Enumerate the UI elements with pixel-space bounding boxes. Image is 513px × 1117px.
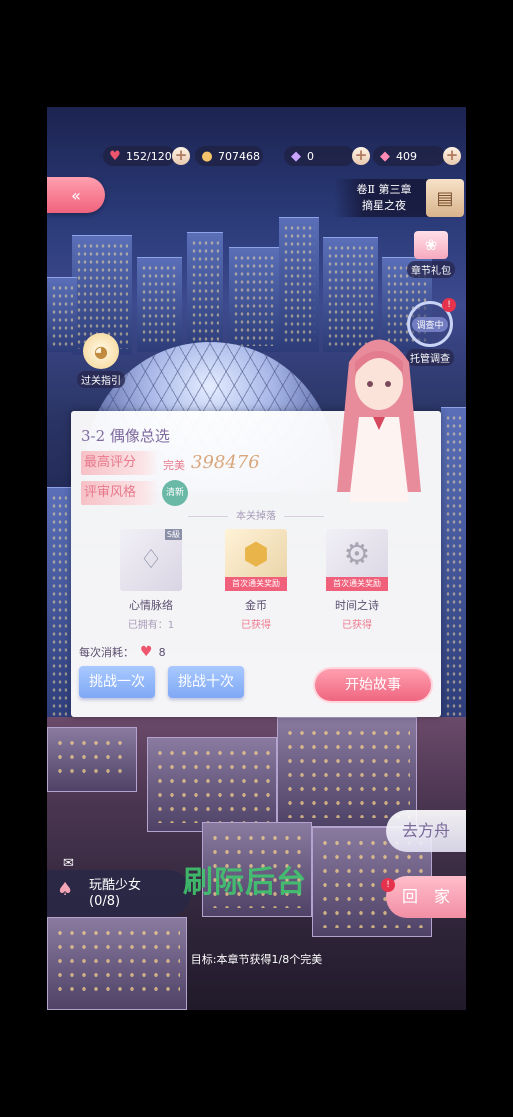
quest-progress: (0/8) [89, 894, 121, 909]
chapter-gift-button[interactable]: ❀ 章节礼包 [402, 231, 460, 278]
building [137, 257, 182, 352]
drops-title: 本关掉落 [71, 507, 441, 522]
item-icon-box: ⬢ 首次通关奖励 [225, 529, 287, 591]
diamond-value: 0 [307, 149, 314, 163]
coin-counter: ● 707468 [195, 146, 263, 166]
add-diamond-button[interactable]: + [352, 147, 370, 165]
judge-style-badge: 清新 [162, 480, 188, 506]
stamina-counter: ♥ 152/120 [103, 146, 175, 166]
item-status: 已拥有：1 [127, 620, 175, 631]
chat-icon: ✉ [63, 856, 74, 871]
go-home-button[interactable]: 回 家 [386, 876, 466, 918]
diamond-icon: ◆ [291, 148, 301, 164]
judge-style-tag: 评审风格 [81, 481, 159, 505]
gift-box-icon: ❀ [414, 231, 448, 259]
score-grade: 完美 [163, 459, 185, 472]
quest-title: 玩酷少女 [89, 878, 142, 893]
item-name: 心情脉络 [129, 599, 173, 612]
building [187, 232, 223, 352]
game-screen: ♥ 152/120 + ● 707468 ◆ 0 + ◆ 409 + « 卷Ⅱ … [47, 107, 466, 1010]
building [147, 737, 277, 832]
challenge-ten-button[interactable]: 挑战十次 [168, 666, 244, 698]
chapter-title: 卷Ⅱ 第三章 摘星之夜 [334, 179, 434, 217]
cost-row: 每次消耗： ♥ 8 [79, 644, 166, 660]
gem-value: 409 [396, 149, 417, 163]
cost-label: 每次消耗： [79, 646, 134, 659]
drop-item[interactable]: ♢ S級 心情脉络 已拥有：1 [116, 529, 186, 631]
cat-mascot-icon: ◕ [83, 333, 119, 369]
go-ark-button[interactable]: 去方舟 [386, 810, 466, 852]
chapter-volume: 卷Ⅱ 第三章 [356, 183, 412, 196]
item-status: 已获得 [241, 620, 271, 631]
building [277, 717, 417, 827]
pink-gem-icon: ◆ [380, 148, 390, 164]
guide-label: 过关指引 [77, 371, 125, 388]
character-portrait [337, 339, 421, 502]
item-name: 金币 [245, 599, 267, 612]
stage-title: 3-2 偶像总选 [81, 427, 170, 445]
add-gem-button[interactable]: + [443, 147, 461, 165]
earring-icon: ♢ [139, 545, 163, 575]
gem-counter: ◆ 409 [373, 146, 445, 166]
heart-icon: ♥ [140, 644, 153, 660]
chapter-goal: 目标:本章节获得1/8个完美 [190, 953, 323, 966]
gear-icon: ⚙ [343, 536, 371, 572]
double-chevron-left-icon: « [71, 185, 81, 205]
coin-value: 707468 [218, 149, 260, 163]
quest-tracker[interactable]: ✉ ♠ 玩酷少女 (0/8) [47, 856, 191, 916]
jacket-icon: ♠ [57, 879, 74, 900]
first-clear-badge: 首次通关奖励 [225, 577, 287, 591]
alert-icon: ! [442, 298, 456, 312]
watermark-text: 刷际后台 [183, 865, 307, 900]
item-status: 已获得 [342, 620, 372, 631]
start-story-button[interactable]: 开始故事 [315, 669, 431, 701]
first-clear-badge: 首次通关奖励 [326, 577, 388, 591]
drop-item[interactable]: ⬢ 首次通关奖励 金币 已获得 [221, 529, 291, 631]
building [47, 727, 137, 792]
alert-icon: ! [381, 878, 395, 892]
drop-item[interactable]: ⚙ 首次通关奖励 时间之诗 已获得 [322, 529, 392, 631]
best-score-tag: 最高评分 [81, 451, 159, 475]
rarity-corner: S級 [164, 529, 182, 540]
cost-value: 8 [158, 645, 166, 659]
cat-coin-icon: ● [201, 148, 213, 164]
item-icon-box: ♢ S級 [120, 529, 182, 591]
heart-icon: ♥ [109, 148, 121, 164]
gold-coin-icon: ⬢ [242, 536, 270, 572]
building [229, 247, 279, 352]
stamina-value: 152/120 [126, 149, 172, 163]
chapter-gift-label: 章节礼包 [407, 261, 455, 278]
guide-button[interactable]: ◕ 过关指引 [73, 333, 129, 388]
item-icon-box: ⚙ 首次通关奖励 [326, 529, 388, 591]
book-button[interactable]: ▤ [426, 179, 464, 217]
item-name: 时间之诗 [335, 599, 379, 612]
best-score: 398476 [191, 452, 260, 473]
add-stamina-button[interactable]: + [172, 147, 190, 165]
back-button[interactable]: « [47, 177, 105, 213]
building [47, 487, 71, 727]
drops-title-text: 本关掉落 [236, 511, 276, 522]
diamond-counter: ◆ 0 [284, 146, 354, 166]
challenge-once-button[interactable]: 挑战一次 [79, 666, 155, 698]
book-icon: ▤ [436, 187, 454, 209]
chapter-name: 摘星之夜 [362, 199, 406, 212]
